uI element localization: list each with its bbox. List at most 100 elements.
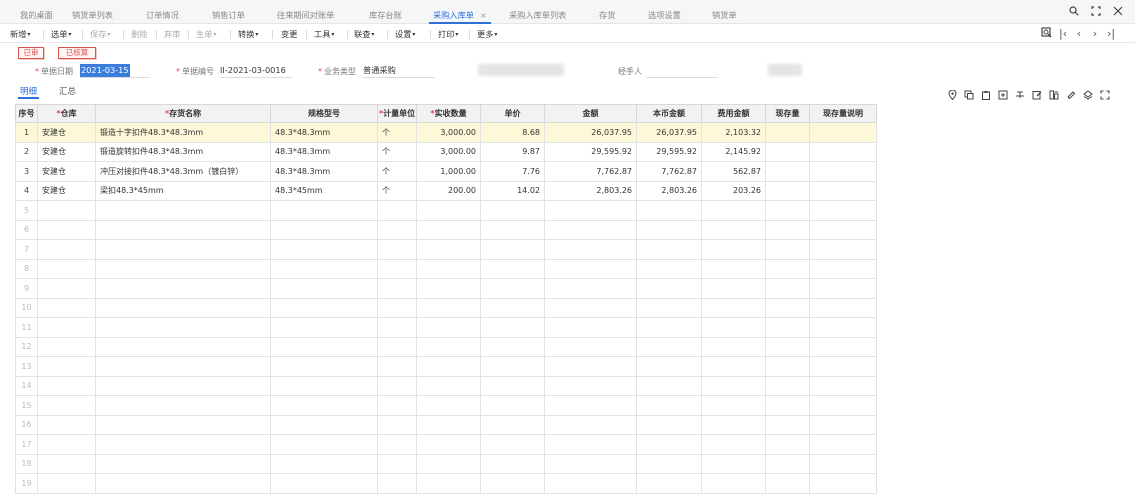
empty-cell[interactable] <box>95 356 271 377</box>
empty-table-row[interactable]: 16 <box>15 414 877 435</box>
item-name-cell[interactable]: 梁扣48.3*45mm <box>95 180 271 201</box>
empty-cell[interactable] <box>701 278 766 299</box>
spec-cell[interactable]: 48.3*48.3mm <box>270 122 378 143</box>
tab-inventory-ledger[interactable]: 库存台账 <box>369 0 402 24</box>
fee-cell[interactable]: 562.87 <box>701 161 766 182</box>
empty-cell[interactable] <box>377 239 417 260</box>
tab-purchase-receipt-list[interactable]: 采购入库单列表 <box>509 0 566 24</box>
empty-cell[interactable] <box>765 258 810 279</box>
empty-cell[interactable] <box>270 239 378 260</box>
empty-cell[interactable] <box>636 453 702 474</box>
empty-table-row[interactable]: 14 <box>15 375 877 396</box>
row-index-cell[interactable]: 14 <box>15 375 38 396</box>
edit-icon[interactable] <box>1031 90 1043 102</box>
empty-cell[interactable] <box>95 375 271 396</box>
empty-cell[interactable] <box>544 278 637 299</box>
paste-row-icon[interactable] <box>980 90 992 102</box>
column-header-name[interactable]: *存货名称 <box>95 104 271 123</box>
empty-cell[interactable] <box>37 414 96 435</box>
empty-cell[interactable] <box>809 278 877 299</box>
empty-cell[interactable] <box>765 200 810 221</box>
tab-sales-slip[interactable]: 销货单 <box>712 0 737 24</box>
settings-button[interactable]: 设置▾ <box>395 25 415 43</box>
tab-sales-list[interactable]: 销货单列表 <box>72 0 113 24</box>
empty-cell[interactable] <box>636 278 702 299</box>
row-index-cell[interactable]: 10 <box>15 297 38 318</box>
stock-note-cell[interactable] <box>809 141 877 162</box>
empty-cell[interactable] <box>544 356 637 377</box>
empty-cell[interactable] <box>701 414 766 435</box>
empty-cell[interactable] <box>95 336 271 357</box>
save-button[interactable]: 保存▾ <box>90 25 110 43</box>
column-header-amount[interactable]: 金额 <box>544 104 637 123</box>
empty-cell[interactable] <box>765 278 810 299</box>
empty-cell[interactable] <box>377 473 417 494</box>
qty-cell[interactable]: 200.00 <box>416 180 481 201</box>
empty-cell[interactable] <box>377 219 417 240</box>
empty-cell[interactable] <box>544 473 637 494</box>
empty-cell[interactable] <box>636 375 702 396</box>
tab-detail[interactable]: 明细 <box>17 85 40 99</box>
empty-cell[interactable] <box>37 258 96 279</box>
empty-cell[interactable] <box>95 239 271 260</box>
stock-note-cell[interactable] <box>809 122 877 143</box>
empty-cell[interactable] <box>809 434 877 455</box>
empty-cell[interactable] <box>37 375 96 396</box>
empty-cell[interactable] <box>95 395 271 416</box>
empty-cell[interactable] <box>809 414 877 435</box>
empty-cell[interactable] <box>480 473 545 494</box>
empty-cell[interactable] <box>765 297 810 318</box>
empty-cell[interactable] <box>765 356 810 377</box>
tab-summary[interactable]: 汇总 <box>59 85 76 97</box>
code-field[interactable]: II-2021-03-0016 <box>220 64 286 77</box>
empty-cell[interactable] <box>37 473 96 494</box>
empty-cell[interactable] <box>416 219 481 240</box>
empty-cell[interactable] <box>37 239 96 260</box>
empty-cell[interactable] <box>701 200 766 221</box>
empty-cell[interactable] <box>377 317 417 338</box>
generate-button[interactable]: 生单▾ <box>196 25 216 43</box>
empty-cell[interactable] <box>37 297 96 318</box>
tab-purchase-receipt[interactable]: 采购入库单 × <box>429 0 491 24</box>
column-header-stock[interactable]: 现存量 <box>765 104 810 123</box>
empty-cell[interactable] <box>377 356 417 377</box>
local-amount-cell[interactable]: 29,595.92 <box>636 141 702 162</box>
table-row[interactable]: 4 安建仓 梁扣48.3*45mm 48.3*45mm 个 200.00 14.02 2,80… <box>15 180 877 201</box>
empty-cell[interactable] <box>636 414 702 435</box>
empty-cell[interactable] <box>270 297 378 318</box>
tab-order-status[interactable]: 订单情况 <box>146 0 179 24</box>
convert-button[interactable]: 转换▾ <box>238 25 258 43</box>
empty-cell[interactable] <box>809 453 877 474</box>
row-index-cell[interactable]: 9 <box>15 278 38 299</box>
unit-cell[interactable]: 个 <box>377 141 417 162</box>
empty-cell[interactable] <box>377 278 417 299</box>
empty-cell[interactable] <box>480 336 545 357</box>
row-index-cell[interactable]: 12 <box>15 336 38 357</box>
empty-cell[interactable] <box>377 414 417 435</box>
empty-cell[interactable] <box>809 356 877 377</box>
empty-cell[interactable] <box>636 200 702 221</box>
empty-cell[interactable] <box>701 219 766 240</box>
empty-table-row[interactable]: 6 <box>15 219 877 240</box>
empty-table-row[interactable]: 11 <box>15 317 877 338</box>
empty-cell[interactable] <box>37 219 96 240</box>
tag-icon[interactable] <box>1065 90 1077 102</box>
empty-cell[interactable] <box>765 336 810 357</box>
more-button[interactable]: 更多▾ <box>477 25 497 43</box>
column-header-spec[interactable]: 规格型号 <box>270 104 378 123</box>
print-button[interactable]: 打印▾ <box>438 25 458 43</box>
empty-cell[interactable] <box>416 200 481 221</box>
empty-table-row[interactable]: 5 <box>15 200 877 221</box>
delete-button[interactable]: 删除 <box>131 25 147 43</box>
row-index-cell[interactable]: 17 <box>15 434 38 455</box>
empty-cell[interactable] <box>270 317 378 338</box>
empty-cell[interactable] <box>544 453 637 474</box>
warehouse-cell[interactable]: 安建仓 <box>37 161 96 182</box>
row-index-cell[interactable]: 8 <box>15 258 38 279</box>
empty-cell[interactable] <box>480 278 545 299</box>
spec-cell[interactable]: 48.3*45mm <box>270 180 378 201</box>
empty-cell[interactable] <box>809 473 877 494</box>
empty-cell[interactable] <box>37 336 96 357</box>
price-cell[interactable]: 8.68 <box>480 122 545 143</box>
empty-cell[interactable] <box>416 258 481 279</box>
